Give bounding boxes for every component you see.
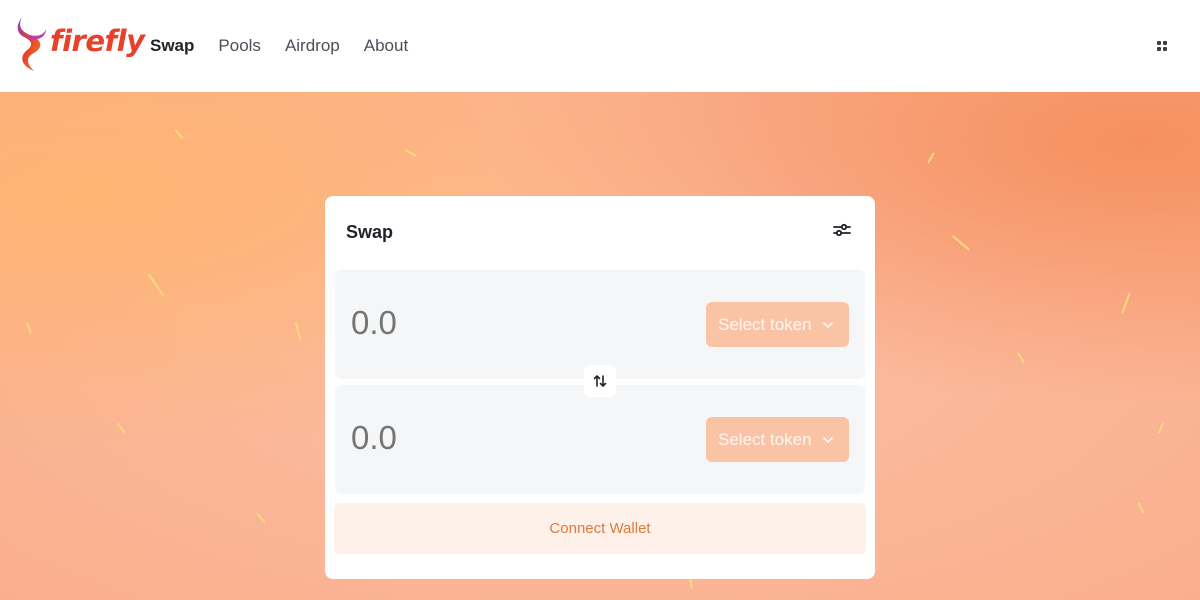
spark-decoration: [951, 235, 971, 251]
chevron-down-icon: [822, 436, 833, 443]
swap-to-panel: Select token: [335, 385, 865, 494]
nav-item-about[interactable]: About: [364, 34, 408, 58]
from-select-token-button[interactable]: Select token: [706, 302, 849, 347]
spark-decoration: [927, 152, 935, 164]
settings-sliders-icon: [833, 223, 851, 237]
switch-direction-button[interactable]: [584, 365, 616, 397]
spark-decoration: [1157, 422, 1165, 434]
firefly-logo-icon: [17, 17, 46, 71]
spark-decoration: [256, 512, 266, 524]
spark-decoration: [1017, 352, 1025, 364]
chevron-down-icon: [822, 321, 833, 328]
main-nav: Swap Pools Airdrop About: [150, 34, 432, 58]
spark-decoration: [147, 273, 165, 297]
settings-button[interactable]: [833, 223, 855, 243]
select-token-label: Select token: [718, 429, 812, 449]
spark-decoration: [405, 149, 417, 157]
spark-decoration: [1121, 292, 1131, 314]
connect-wallet-button[interactable]: Connect Wallet: [334, 503, 866, 554]
brand-name: firefly: [50, 24, 145, 58]
swap-title: Swap: [346, 222, 394, 242]
menu-button[interactable]: [1150, 34, 1174, 58]
to-select-token-button[interactable]: Select token: [706, 417, 849, 462]
spark-decoration: [1137, 502, 1145, 514]
swap-card: Swap Select token Select token: [325, 196, 875, 579]
to-amount-input[interactable]: [351, 419, 651, 457]
nav-item-airdrop[interactable]: Airdrop: [285, 34, 340, 58]
spark-decoration: [174, 128, 184, 140]
select-token-label: Select token: [718, 314, 812, 334]
nav-item-swap[interactable]: Swap: [150, 34, 194, 58]
swap-arrows-icon: [593, 375, 607, 387]
from-amount-input[interactable]: [351, 304, 651, 342]
spark-decoration: [294, 322, 302, 340]
spark-decoration: [26, 322, 32, 334]
grid-dots-icon: [1157, 41, 1167, 51]
nav-item-pools[interactable]: Pools: [218, 34, 261, 58]
connect-wallet-label: Connect Wallet: [549, 520, 651, 537]
swap-from-panel: Select token: [335, 270, 865, 379]
spark-decoration: [116, 422, 126, 434]
top-navbar: firefly Swap Pools Airdrop About: [0, 0, 1200, 92]
firefly-logo[interactable]: firefly: [16, 15, 145, 73]
